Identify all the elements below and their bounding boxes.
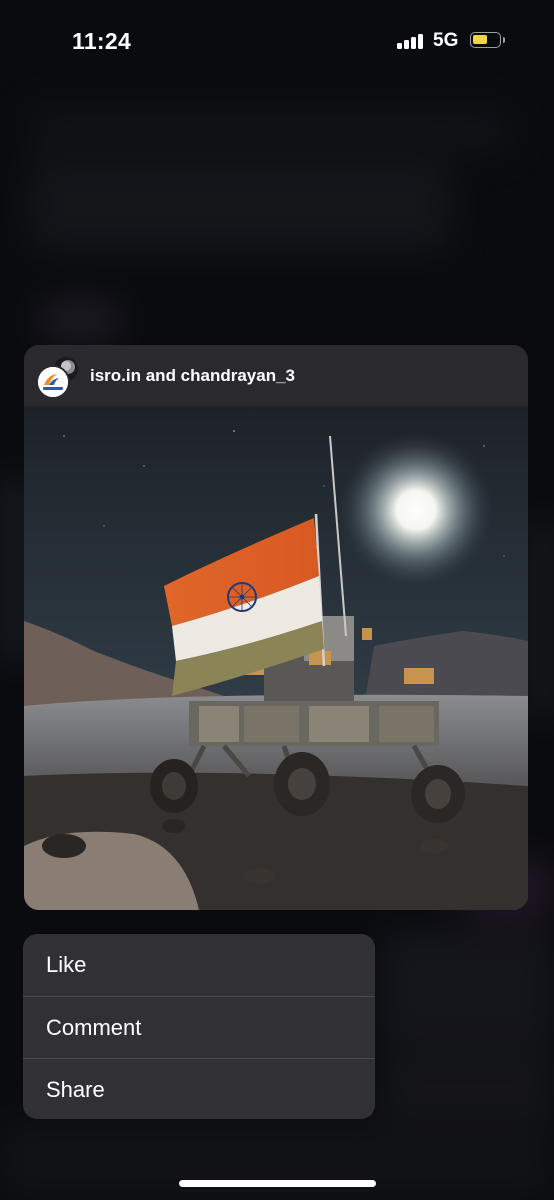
home-indicator[interactable]	[179, 1180, 376, 1187]
status-time: 11:24	[72, 28, 132, 54]
share-menu-item[interactable]: Share	[23, 1058, 375, 1119]
network-type: 5G	[433, 30, 459, 51]
isro-logo-avatar	[36, 365, 70, 399]
signal-icon	[397, 33, 425, 49]
post-image[interactable]	[24, 406, 528, 910]
post-action-menu: Like Comment Share	[23, 934, 375, 1119]
post-header: isro.in and chandrayan_3	[24, 345, 528, 406]
post-username[interactable]: isro.in and chandrayan_3	[90, 366, 295, 386]
collab-avatars[interactable]	[36, 355, 82, 399]
status-bar: 11:24 5G	[0, 0, 554, 84]
comment-menu-item[interactable]: Comment	[23, 996, 375, 1058]
battery-icon	[470, 32, 505, 48]
like-menu-item[interactable]: Like	[23, 934, 375, 996]
post-preview-card[interactable]: isro.in and chandrayan_3	[24, 345, 528, 910]
